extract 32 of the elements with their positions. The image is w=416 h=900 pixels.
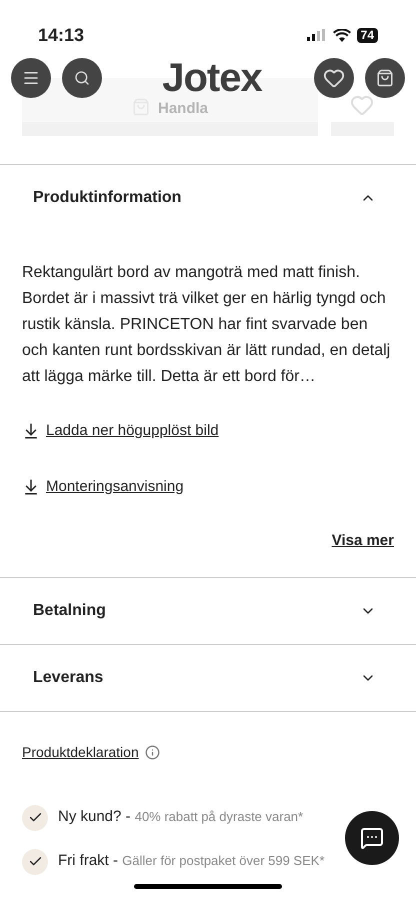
battery-indicator: 74 <box>356 28 378 42</box>
heart-icon <box>350 93 374 117</box>
handla-label: Handla <box>158 101 208 116</box>
logo[interactable]: Jotex <box>162 61 262 95</box>
download-icon <box>22 478 40 496</box>
wishlist-button[interactable] <box>314 58 354 98</box>
description: Rektangulärt bord av mangoträ med matt finish. Bordet är i massivt trä vilket ger en härlig tyngd och rustik känsla. PRINCETON har fint svarvade ben och kanten runt bordsskivan är lätt rundad, en detalj att lägga märke till. Detta är ett bord för… <box>22 263 392 387</box>
search-icon <box>74 70 90 86</box>
accordion-header[interactable]: Betalning <box>0 578 416 644</box>
chat-icon <box>360 826 384 850</box>
accordion-header[interactable]: Leverans <box>0 644 416 710</box>
check-icon <box>22 848 48 874</box>
info-icon <box>144 744 160 760</box>
accordion-header[interactable]: Produktinformation <box>0 165 416 231</box>
menu-button[interactable] <box>11 58 51 98</box>
chat-button[interactable] <box>345 811 399 865</box>
bag-icon <box>376 69 394 87</box>
signal-icon <box>306 29 327 41</box>
usp-text: Ny kund? - 40% rabatt på dyraste varan* <box>58 807 304 828</box>
check-icon <box>22 804 48 830</box>
download-link[interactable]: Monteringsanvisning <box>22 476 394 498</box>
usp-text: Fri frakt - Gäller för postpaket över 599 SEK* <box>58 851 325 872</box>
wifi-icon <box>332 28 351 42</box>
search-button[interactable] <box>62 58 102 98</box>
download-link[interactable]: Ladda ner högupplöst bild <box>22 420 394 442</box>
declaration-link[interactable]: Produktdeklaration <box>22 742 139 762</box>
menu-icon <box>22 69 40 87</box>
cart-button[interactable] <box>365 58 405 98</box>
status-time: 14:13 <box>38 24 84 46</box>
heart-icon <box>323 67 345 89</box>
download-icon <box>22 422 40 440</box>
show-more-link[interactable]: Visa mer <box>332 530 394 552</box>
